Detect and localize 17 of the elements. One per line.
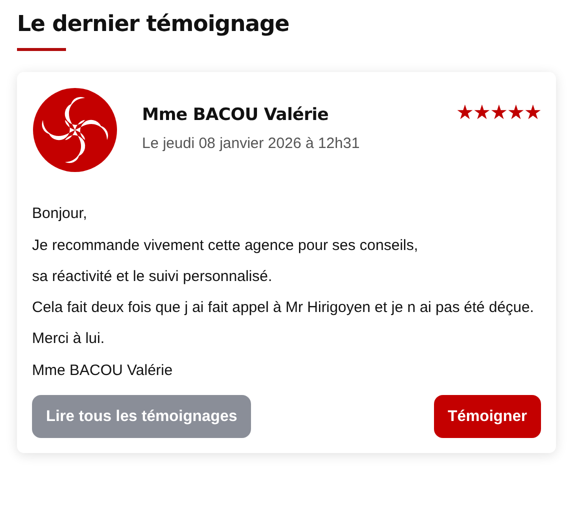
star-icon: ★ bbox=[490, 103, 507, 124]
author-name: Mme BACOU Valérie bbox=[142, 104, 330, 128]
section-title: Le dernier témoignage bbox=[17, 12, 290, 38]
star-icon: ★ bbox=[507, 103, 524, 124]
star-icon: ★ bbox=[456, 103, 473, 124]
star-icon: ★ bbox=[473, 103, 490, 124]
message-paragraph: Bonjour, bbox=[32, 205, 88, 223]
review-date: Le jeudi 08 janvier 2026 à 12h31 bbox=[142, 134, 361, 154]
message-paragraph: Mme BACOU Valérie bbox=[32, 362, 174, 379]
testify-button[interactable]: Témoigner bbox=[434, 394, 541, 438]
message-paragraph: Merci à lui. bbox=[32, 330, 106, 348]
message-paragraph: Je recommande vivement cette agence pour ses conseils, bbox=[32, 236, 420, 254]
logo-icon bbox=[32, 87, 118, 174]
message-paragraph: sa réactivité et le suivi personnalisé. bbox=[32, 268, 274, 286]
star-icon: ★ bbox=[524, 103, 541, 124]
read-all-button[interactable]: Lire tous les témoignages bbox=[32, 394, 252, 438]
message-paragraph: Cela fait deux fois que j ai fait appel à Mr Hirigoyen et je n ai pas été déçue. bbox=[32, 299, 535, 316]
